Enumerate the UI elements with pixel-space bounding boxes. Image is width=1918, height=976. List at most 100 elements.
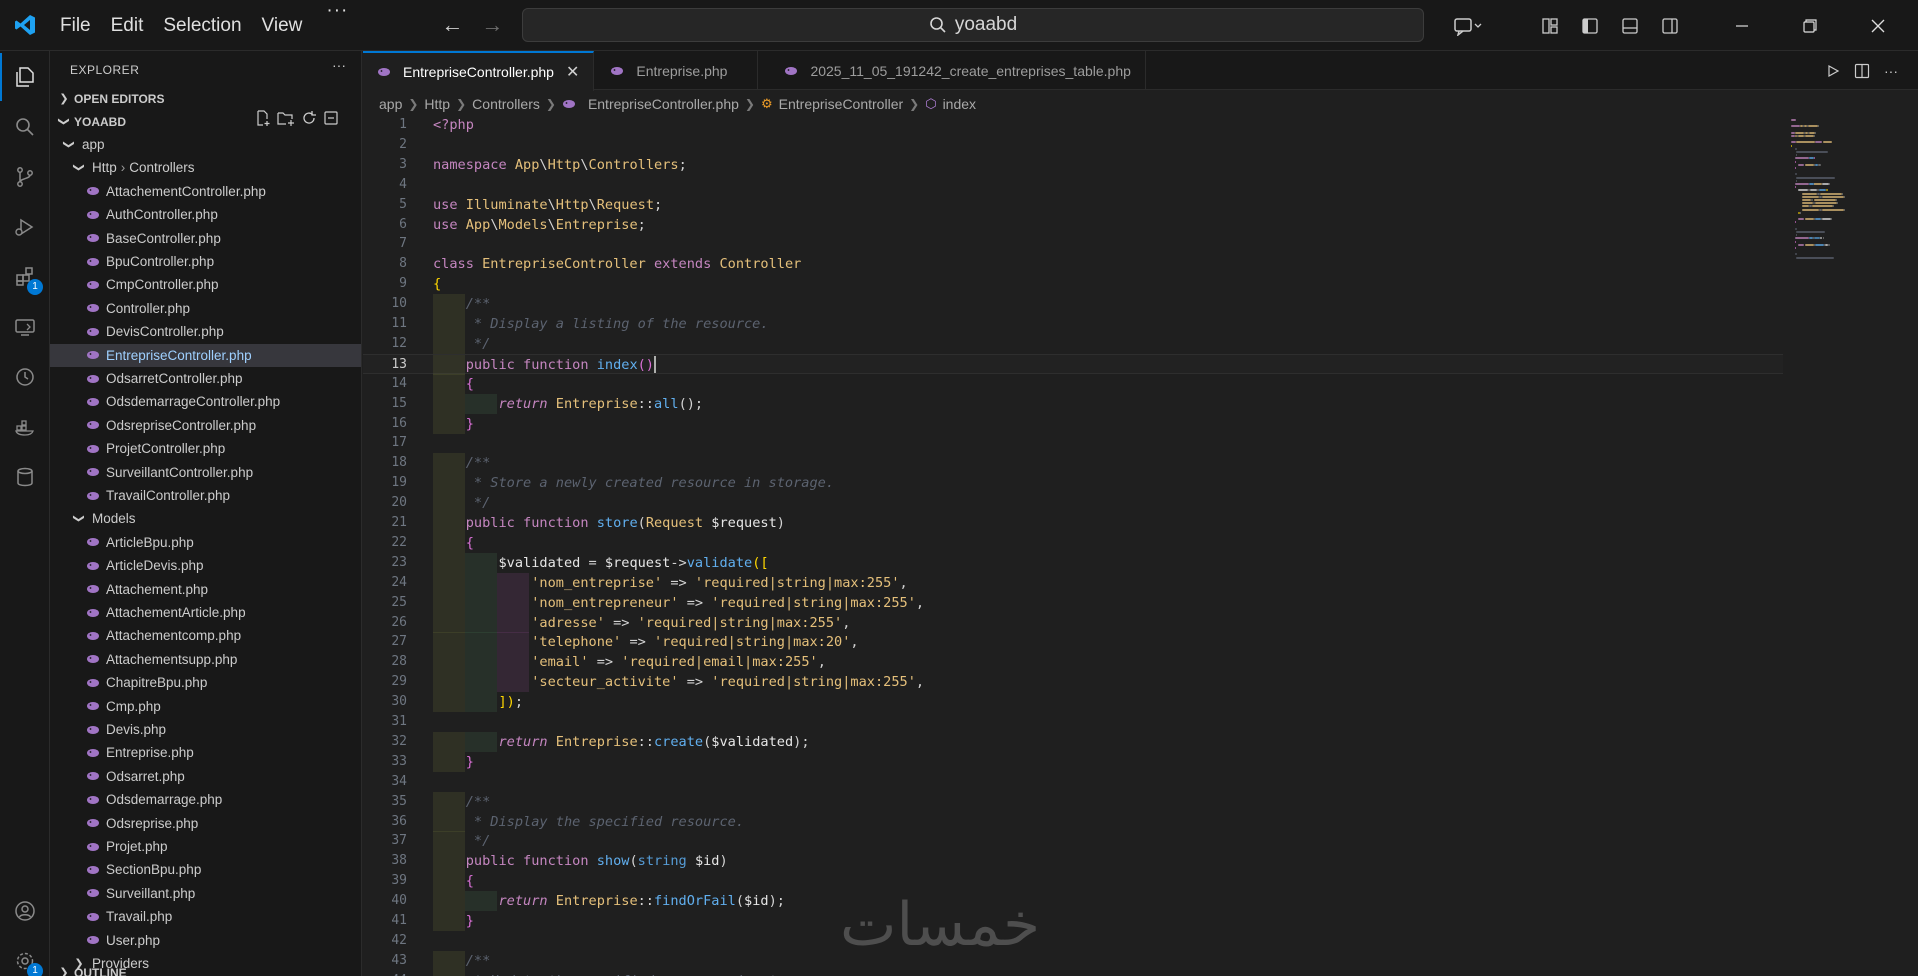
minimap[interactable] [1783, 115, 1903, 315]
code-line[interactable]: 26 'adresse' => 'required|string|max:255… [363, 612, 1783, 633]
tree-file[interactable]: ProjetController.php [50, 437, 361, 460]
split-editor-icon[interactable] [1854, 63, 1870, 79]
menu-file[interactable]: File [50, 0, 101, 51]
code-line[interactable]: 4 [363, 175, 1783, 195]
run-debug-icon[interactable] [0, 203, 50, 251]
run-play-icon[interactable] [1826, 64, 1840, 78]
tree-file[interactable]: ArticleBpu.php [50, 531, 361, 554]
database-icon[interactable] [0, 453, 50, 501]
code-line[interactable]: 36 * Display the specified resource. [363, 811, 1783, 832]
code-line[interactable]: 42 [363, 931, 1783, 951]
tree-file[interactable]: ArticleDevis.php [50, 554, 361, 577]
search-view-icon[interactable] [0, 103, 50, 151]
open-editors-section[interactable]: ❯ OPEN EDITORS [50, 87, 361, 110]
code-line[interactable]: 33 } [363, 751, 1783, 772]
close-window-icon[interactable] [1844, 0, 1912, 51]
code-line[interactable]: 39 { [363, 871, 1783, 892]
tree-file[interactable]: AttachementController.php [50, 180, 361, 203]
back-arrow-icon[interactable]: ← [432, 12, 472, 38]
code-line[interactable]: 34 [363, 772, 1783, 792]
code-line[interactable]: 29 'secteur_activite' => 'required|strin… [363, 672, 1783, 693]
code-line[interactable]: 6 use App\Models\Entreprise; [363, 215, 1783, 235]
tree-file[interactable]: Attachementcomp.php [50, 624, 361, 647]
code-line[interactable]: 10 /** [363, 294, 1783, 315]
tree-file[interactable]: OdsarretController.php [50, 367, 361, 390]
code-line[interactable]: 37 */ [363, 831, 1783, 852]
tree-folder[interactable]: ❯ Http › Controllers [50, 156, 361, 179]
tab-entreprise[interactable]: Entreprise.php [594, 51, 759, 90]
code-line[interactable]: 22 { [363, 532, 1783, 553]
tree-file[interactable]: SectionBpu.php [50, 858, 361, 881]
forward-arrow-icon[interactable]: → [472, 12, 512, 38]
tree-folder[interactable]: ❯ app [50, 133, 361, 156]
menu-more-button[interactable]: ··· [312, 0, 362, 51]
outline-section[interactable]: ❯ OUTLINE [50, 961, 361, 976]
new-file-icon[interactable] [255, 110, 271, 126]
tree-file[interactable]: Controller.php [50, 297, 361, 320]
code-line[interactable]: 7 [363, 234, 1783, 254]
code-line[interactable]: 9{ [363, 274, 1783, 294]
tree-file[interactable]: Devis.php [50, 718, 361, 741]
new-folder-icon[interactable] [277, 110, 295, 126]
code-line[interactable]: 11 * Display a listing of the resource. [363, 314, 1783, 334]
menu-selection[interactable]: Selection [153, 0, 251, 51]
code-line[interactable]: 44 * Update the specified resource in st… [363, 970, 1783, 976]
code-line[interactable]: 15 return Entreprise::all(); [363, 393, 1783, 414]
menu-edit[interactable]: Edit [101, 0, 154, 51]
tree-file[interactable]: AttachementArticle.php [50, 601, 361, 624]
toggle-primary-sidebar-icon[interactable] [1570, 0, 1610, 51]
collapse-all-icon[interactable] [323, 110, 339, 126]
code-line[interactable]: 30 ]); [363, 692, 1783, 713]
breadcrumb-http[interactable]: Http [424, 96, 450, 112]
tree-file[interactable]: EntrepriseController.php [50, 343, 361, 367]
code-line[interactable]: 41 } [363, 911, 1783, 931]
code-line[interactable]: 16 } [363, 413, 1783, 434]
code-line[interactable]: 25 'nom_entrepreneur' => 'required|strin… [363, 592, 1783, 613]
editor-more-icon[interactable]: ··· [1884, 63, 1898, 79]
code-line[interactable]: 14 { [363, 373, 1783, 394]
tree-file[interactable]: SurveillantController.php [50, 461, 361, 484]
code-line[interactable]: 13 public function index() [363, 353, 1783, 375]
remote-explorer-icon[interactable] [0, 303, 50, 351]
workspace-section[interactable]: ❯ YOAABD [50, 110, 361, 133]
tree-folder[interactable]: ❯ Models [50, 507, 361, 530]
code-line[interactable]: 2 [363, 135, 1783, 155]
tab-entreprisecontroller[interactable]: EntrepriseController.php ✕ [363, 51, 595, 91]
toggle-secondary-sidebar-icon[interactable] [1650, 0, 1690, 51]
code-line[interactable]: 3 namespace App\Http\Controllers; [363, 155, 1783, 175]
explorer-more-button[interactable]: ··· [332, 57, 346, 73]
copilot-chat-icon[interactable] [1440, 0, 1496, 51]
tree-file[interactable]: Travail.php [50, 905, 361, 928]
tree-file[interactable]: OdsdemarrageController.php [50, 390, 361, 413]
tab-migration[interactable]: 2025_11_05_191242_create_entreprises_tab… [758, 51, 1146, 90]
restore-icon[interactable] [1776, 0, 1844, 51]
tree-file[interactable]: Entreprise.php [50, 741, 361, 764]
tree-file[interactable]: Odsarret.php [50, 765, 361, 788]
code-line[interactable]: 38 public function show(string $id) [363, 851, 1783, 872]
tree-file[interactable]: TravailController.php [50, 484, 361, 507]
code-line[interactable]: 5 use Illuminate\Http\Request; [363, 195, 1783, 215]
minimize-icon[interactable] [1708, 0, 1776, 51]
breadcrumb-app[interactable]: app [379, 96, 402, 112]
menu-view[interactable]: View [252, 0, 313, 51]
code-line[interactable]: 31 [363, 712, 1783, 732]
code-line[interactable]: 23 $validated = $request->validate([ [363, 552, 1783, 573]
code-editor[interactable]: 1 <?php 2 3 namespace App\Http\Controllers; 4… [363, 115, 1783, 976]
tree-file[interactable]: BpuController.php [50, 250, 361, 273]
tree-file[interactable]: CmpController.php [50, 273, 361, 296]
source-control-icon[interactable] [0, 153, 50, 201]
tree-file[interactable]: Projet.php [50, 835, 361, 858]
code-line[interactable]: 20 */ [363, 493, 1783, 514]
tree-file[interactable]: Attachement.php [50, 578, 361, 601]
breadcrumb-method[interactable]: index [943, 96, 976, 112]
settings-gear-icon[interactable]: 1 [0, 937, 50, 976]
close-tab-icon[interactable]: ✕ [566, 62, 579, 82]
tree-file[interactable]: ChapitreBpu.php [50, 671, 361, 694]
code-line[interactable]: 8 class EntrepriseController extends Cont… [363, 254, 1783, 274]
code-line[interactable]: 28 'email' => 'required|email|max:255', [363, 652, 1783, 673]
tree-file[interactable]: Odsreprise.php [50, 812, 361, 835]
accounts-icon[interactable] [0, 887, 50, 935]
code-line[interactable]: 24 'nom_entreprise' => 'required|string|… [363, 572, 1783, 593]
code-line[interactable]: 12 */ [363, 333, 1783, 354]
tree-file[interactable]: User.php [50, 929, 361, 952]
